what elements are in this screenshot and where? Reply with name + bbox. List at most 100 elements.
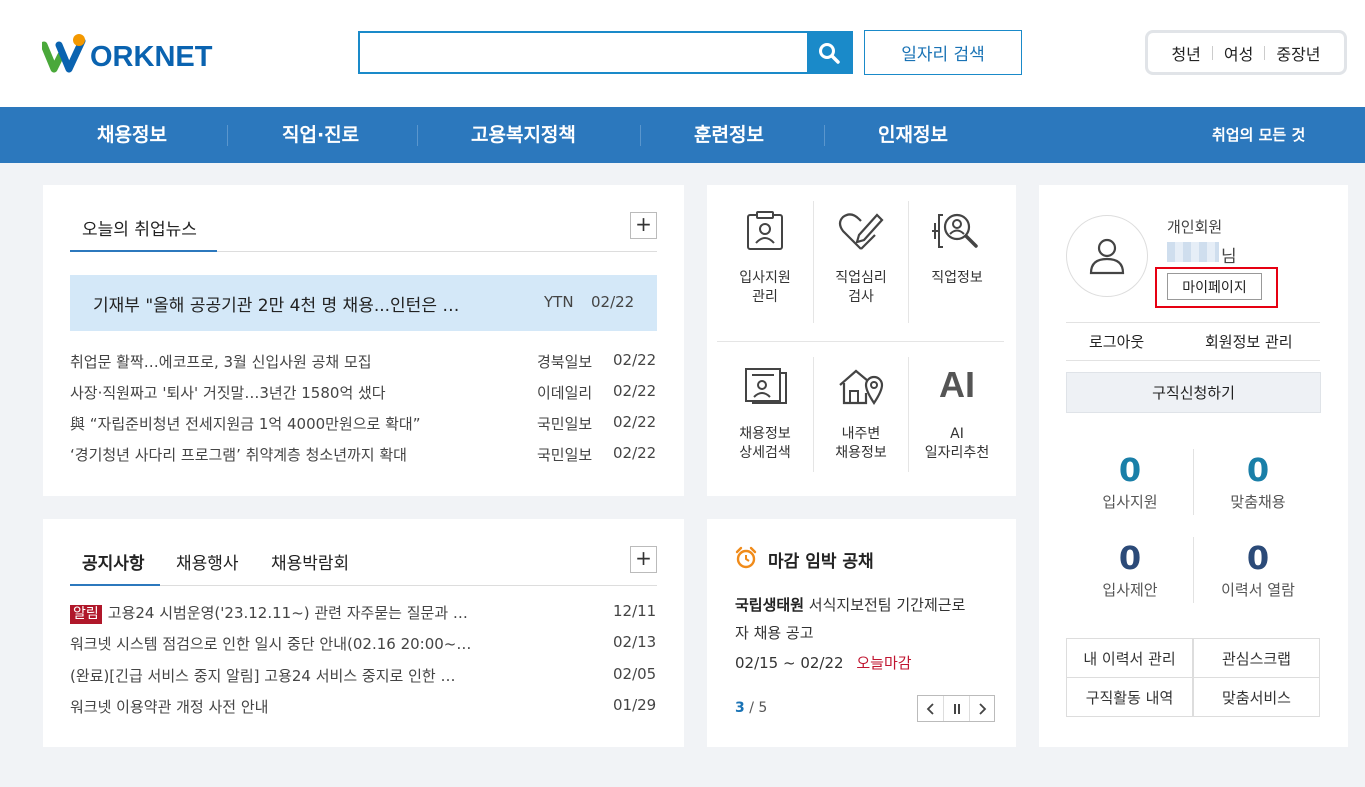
news-panel: 오늘의 취업뉴스 + 기재부 "올해 공공기관 2만 4천 명 채용...인턴은… — [43, 185, 684, 496]
news-more-button[interactable]: + — [630, 212, 657, 239]
deadline-job[interactable]: 국립생태원 서식지보전팀 기간제근로 자 채용 공고 — [735, 591, 995, 647]
avatar — [1066, 215, 1148, 297]
menu-job-info[interactable]: 직업정보 — [909, 203, 1005, 325]
menu-nearby-recruit[interactable]: 내주변 채용정보 — [813, 357, 909, 472]
nav-divider — [227, 125, 228, 146]
headline-title: 기재부 "올해 공공기관 2만 4천 명 채용...인턴은 … — [93, 296, 460, 316]
pause-icon — [953, 703, 960, 714]
pager-controls — [917, 695, 995, 722]
news-item[interactable]: ‘경기청년 사다리 프로그램’ 취약계층 청소년까지 확대 국민일보 02/22 — [70, 444, 660, 466]
applicant-card-icon — [717, 203, 813, 259]
job-apply-button[interactable]: 구직신청하기 — [1066, 372, 1321, 413]
notice-item[interactable]: 워크넷 이용약관 개정 사전 안내 01/29 — [70, 696, 660, 718]
notice-title: 워크넷 이용약관 개정 사전 안내 — [70, 698, 269, 716]
news-item[interactable]: 與 “자립준비청년 전세지원금 1억 4000만원으로 확대” 국민일보 02/… — [70, 413, 660, 435]
menu-label-line2: 검사 — [848, 289, 874, 305]
news-date: 02/22 — [613, 351, 657, 369]
header: ORKNET 일자리 검색 청년 여성 중장년 — [0, 0, 1365, 107]
menu-detailed-recruit-search[interactable]: 채용정보 상세검색 — [717, 357, 813, 472]
magnifier-person-icon — [909, 203, 1005, 259]
pause-button[interactable] — [944, 696, 970, 721]
headline-source: YTN — [544, 293, 574, 311]
nav-training[interactable]: 훈련정보 — [694, 107, 764, 163]
quick-link-youth[interactable]: 청년 — [1171, 41, 1200, 65]
ai-icon: AI — [909, 357, 1005, 413]
quick-menu-panel: 입사지원 관리 직업심리 검사 직업정보 채용정보 상세검색 내주변 채용정보 AI A… — [707, 185, 1016, 496]
heart-pencil-icon — [813, 203, 909, 259]
search-button[interactable] — [807, 33, 851, 72]
menu-label-line1: AI — [950, 426, 964, 442]
scrap-link[interactable]: 관심스크랩 — [1193, 638, 1320, 678]
menu-applicant-management[interactable]: 입사지원 관리 — [717, 203, 813, 325]
nav-divider — [640, 125, 641, 146]
quick-link-women[interactable]: 여성 — [1224, 41, 1253, 65]
notice-item[interactable]: 워크넷 시스템 점검으로 인한 일시 중단 안내(02.16 20:00~… 0… — [70, 633, 660, 655]
news-title: ‘경기청년 사다리 프로그램’ 취약계층 청소년까지 확대 — [70, 446, 407, 464]
document-scroll-icon — [717, 357, 813, 413]
notice-date: 12/11 — [613, 602, 657, 620]
menu-job-aptitude-test[interactable]: 직업심리 검사 — [813, 203, 909, 325]
stat-matched-count[interactable]: 0 — [1208, 451, 1308, 489]
nav-welfare-policy[interactable]: 고용복지정책 — [471, 107, 576, 163]
user-icon — [1089, 238, 1125, 275]
search-icon — [819, 42, 840, 64]
menu-ai-job-recommend[interactable]: AI AI 일자리추천 — [909, 357, 1005, 472]
tab-job-fair[interactable]: 채용박람회 — [271, 549, 349, 574]
worknet-logo[interactable]: ORKNET — [40, 33, 212, 73]
menu-label-line1: 입사지원 — [739, 270, 791, 286]
tab-recruit-event[interactable]: 채용행사 — [176, 549, 239, 574]
stat-offer-count[interactable]: 0 — [1080, 539, 1180, 577]
deadline-period: 02/15 ~ 02/22 — [735, 654, 844, 672]
deadline-pager: 3 / 5 — [735, 700, 767, 716]
divider — [1264, 45, 1266, 60]
member-info-link[interactable]: 회원정보 관리 — [1205, 331, 1293, 352]
mypage-button[interactable]: 마이페이지 — [1167, 273, 1262, 300]
job-activity-link[interactable]: 구직활동 내역 — [1066, 677, 1193, 717]
news-tab[interactable]: 오늘의 취업뉴스 — [82, 215, 197, 240]
news-item[interactable]: 취업문 활짝…에코프로, 3월 신입사원 공채 모집 경북일보 02/22 — [70, 351, 660, 373]
divider — [1211, 45, 1213, 60]
job-search-button[interactable]: 일자리 검색 — [864, 30, 1022, 75]
stat-applied-label: 입사지원 — [1102, 493, 1158, 511]
news-title: 與 “자립준비청년 전세지원금 1억 4000만원으로 확대” — [70, 415, 421, 433]
logout-link[interactable]: 로그아웃 — [1089, 331, 1144, 352]
pager-current: 3 — [735, 700, 745, 716]
search-input[interactable] — [360, 33, 808, 72]
menu-label: 직업정보 — [909, 269, 1005, 288]
main-nav: 채용정보 직업·진로 고용복지정책 훈련정보 인재정보 취업의 모든 것 — [0, 107, 1365, 163]
next-button[interactable] — [970, 696, 994, 721]
stat-resume-views-count[interactable]: 0 — [1208, 539, 1308, 577]
alert-badge: 알림 — [70, 605, 102, 624]
nav-career[interactable]: 직업·진로 — [282, 107, 359, 163]
chevron-right-icon — [979, 702, 987, 715]
tab-notice[interactable]: 공지사항 — [82, 549, 145, 574]
nav-all-about-jobs[interactable]: 취업의 모든 것 — [1212, 107, 1305, 163]
notice-item[interactable]: (완료)[긴급 서비스 중지 알림] 고용24 서비스 중지로 인한 … 02/… — [70, 665, 660, 687]
news-date: 02/22 — [613, 413, 657, 431]
notice-title: (완료)[긴급 서비스 중지 알림] 고용24 서비스 중지로 인한 … — [70, 667, 456, 685]
deadline-desc-line2: 자 채용 공고 — [735, 624, 814, 642]
nav-divider — [417, 125, 418, 146]
custom-service-link[interactable]: 맞춤서비스 — [1193, 677, 1320, 717]
masked-user-name — [1167, 242, 1219, 262]
menu-label: 내주변 채용정보 — [813, 425, 909, 463]
menu-label-line1: 직업정보 — [931, 270, 983, 286]
nav-recruit-info[interactable]: 채용정보 — [97, 107, 167, 163]
notice-title: 워크넷 시스템 점검으로 인한 일시 중단 안내(02.16 20:00~… — [70, 635, 472, 653]
prev-button[interactable] — [918, 696, 944, 721]
menu-label-line2: 일자리추천 — [924, 445, 990, 461]
my-resume-link[interactable]: 내 이력서 관리 — [1066, 638, 1193, 678]
notice-more-button[interactable]: + — [630, 546, 657, 573]
stat-applied-count[interactable]: 0 — [1080, 451, 1180, 489]
search-box — [358, 31, 853, 74]
news-headline[interactable]: 기재부 "올해 공공기관 2만 4천 명 채용...인턴은 … YTN 02/2… — [70, 275, 657, 331]
news-source: 경북일보 — [537, 353, 593, 371]
news-source: 국민일보 — [537, 446, 593, 464]
quick-link-middle-age[interactable]: 중장년 — [1276, 41, 1320, 65]
nav-talent[interactable]: 인재정보 — [878, 107, 948, 163]
news-item[interactable]: 사장·직원짜고 '퇴사' 거짓말…3년간 1580억 샜다 이데일리 02/22 — [70, 382, 660, 404]
logo-w-mark — [40, 33, 92, 73]
deadline-desc-line1: 서식지보전팀 기간제근로 — [808, 596, 966, 614]
notice-item[interactable]: 알림 고용24 시범운영('23.12.11~) 관련 자주묻는 질문과 … 12… — [70, 602, 660, 624]
menu-label: 입사지원 관리 — [717, 269, 813, 307]
